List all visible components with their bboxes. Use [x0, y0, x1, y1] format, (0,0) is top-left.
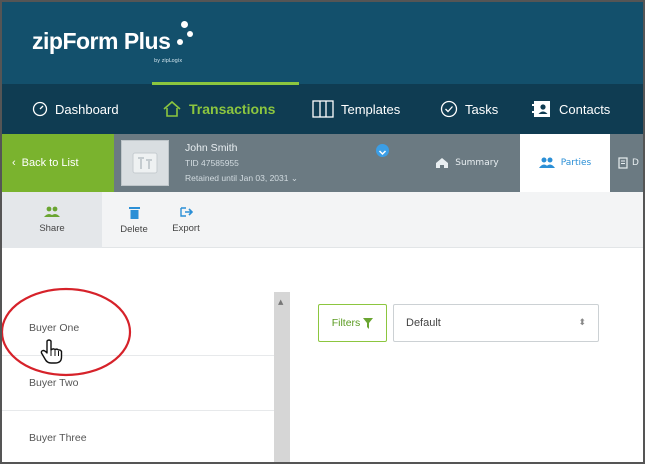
share-button[interactable]: Share — [2, 192, 102, 248]
app-logo[interactable]: zipForm Plus — [32, 21, 193, 55]
back-to-list-button[interactable]: ‹ Back to List — [2, 134, 114, 192]
list-item-label: Buyer Three — [29, 432, 87, 444]
chevron-left-icon: ‹ — [12, 157, 16, 169]
status-badge[interactable] — [376, 144, 389, 157]
transaction-id: TID 47585955 — [185, 158, 239, 168]
tab-summary[interactable]: Summary — [416, 134, 518, 192]
list-item-buyer-three[interactable]: Buyer Three — [2, 411, 274, 462]
check-circle-icon — [440, 100, 458, 118]
toolbar: Share Delete Export — [2, 192, 643, 248]
nav-transactions[interactable]: Transactions — [162, 84, 275, 134]
document-icon — [618, 157, 628, 169]
filter-select-value: Default — [406, 317, 441, 329]
app-window: zipForm Plus by zipLogix Dashboard Trans… — [0, 0, 645, 464]
export-label: Export — [172, 223, 200, 234]
nav-templates[interactable]: Templates — [312, 84, 400, 134]
nav-dashboard[interactable]: Dashboard — [32, 84, 119, 134]
nav-label: Dashboard — [55, 101, 119, 117]
home-icon — [435, 157, 449, 169]
transaction-thumbnail[interactable] — [121, 140, 169, 186]
hand-cursor-icon — [40, 339, 63, 364]
retention-dropdown[interactable]: Retained until Jan 03, 2031 ⌄ — [185, 173, 298, 184]
scroll-up-icon[interactable]: ▲ — [278, 298, 283, 306]
people-icon — [538, 157, 555, 169]
nav-label: Tasks — [465, 101, 499, 117]
nav-label: Transactions — [189, 101, 276, 117]
share-people-icon — [44, 206, 60, 218]
home-icon — [162, 100, 182, 118]
logo-dots-icon — [173, 21, 195, 51]
nav-tasks[interactable]: Tasks — [440, 84, 498, 134]
list-scrollbar[interactable] — [274, 292, 290, 462]
transaction-bar: ‹ Back to List John Smith TID 47585955 R… — [2, 134, 643, 192]
filters-label: Filters — [331, 317, 361, 329]
gauge-icon — [32, 101, 48, 117]
brand-bar: zipForm Plus by zipLogix — [2, 2, 643, 84]
contact-card-icon — [532, 100, 552, 118]
chevron-down-icon: ⌄ — [290, 173, 298, 183]
filter-funnel-icon — [363, 317, 374, 329]
share-label: Share — [39, 223, 65, 234]
filters-button[interactable]: Filters — [318, 304, 387, 342]
export-icon — [179, 206, 193, 218]
nav-label: Contacts — [559, 101, 611, 117]
highlight-circle — [2, 287, 132, 377]
trash-icon — [128, 206, 140, 219]
retention-text: Retained until Jan 03, 2031 — [185, 173, 289, 183]
back-label: Back to List — [21, 157, 79, 169]
logo-text: zipForm Plus — [32, 28, 171, 54]
logo-subtitle: by zipLogix — [154, 58, 183, 64]
delete-button[interactable]: Delete — [114, 192, 154, 248]
active-tab-indicator — [152, 82, 299, 85]
export-button[interactable]: Export — [162, 192, 210, 248]
tab-label: D — [632, 158, 639, 168]
nav-contacts[interactable]: Contacts — [532, 84, 610, 134]
tab-documents[interactable]: D — [612, 134, 643, 192]
templates-icon — [312, 100, 334, 118]
main-nav: Dashboard Transactions Templates Tasks C… — [2, 82, 643, 134]
delete-label: Delete — [120, 223, 148, 235]
select-arrows-icon: ⬍ — [578, 317, 586, 327]
nav-label: Templates — [341, 101, 401, 117]
tab-parties[interactable]: Parties — [520, 134, 610, 192]
filter-select[interactable]: Default ⬍ — [393, 304, 599, 342]
tab-label: Parties — [560, 158, 592, 168]
transaction-name: John Smith — [185, 142, 238, 154]
tab-label: Summary — [455, 158, 499, 168]
